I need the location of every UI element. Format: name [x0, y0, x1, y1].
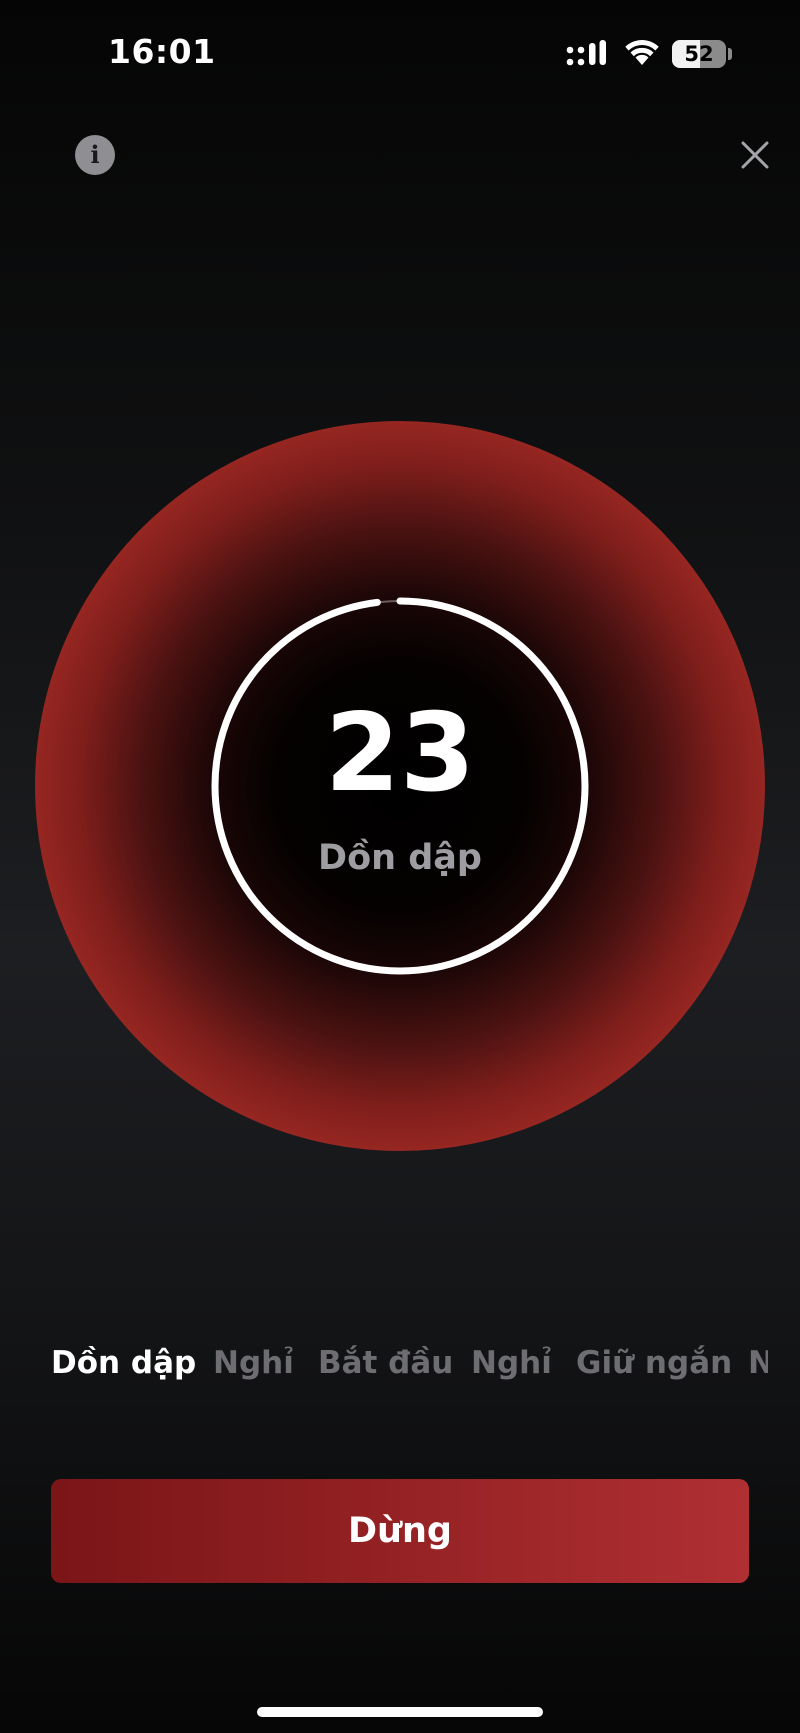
home-indicator[interactable] — [257, 1707, 543, 1717]
info-icon[interactable]: i — [75, 135, 115, 175]
phase-item-nghi-2[interactable]: Nghỉ — [471, 1338, 552, 1388]
cellular-signal-icon — [566, 40, 606, 66]
battery-level: 52 — [684, 42, 714, 66]
current-phase-label: Dồn dập — [318, 838, 482, 878]
phase-item-don-dap[interactable]: Dồn dập — [51, 1338, 196, 1388]
status-time: 16:01 — [108, 32, 216, 71]
battery-tip — [728, 48, 732, 60]
close-icon[interactable] — [738, 138, 772, 172]
phase-list: Dồn dập Nghỉ Bắt đầu Nghỉ Giữ ngắn N — [0, 1338, 768, 1398]
phase-item-giu-ngan[interactable]: Giữ ngắn — [576, 1338, 732, 1388]
phase-item-bat-dau[interactable]: Bắt đầu — [318, 1338, 453, 1388]
phase-item-nghi[interactable]: Nghỉ — [213, 1338, 294, 1388]
phase-item-next[interactable]: N — [748, 1338, 768, 1388]
timer-count: 23 — [324, 691, 476, 816]
wifi-icon — [625, 40, 659, 65]
stop-button[interactable]: Dừng — [51, 1479, 749, 1583]
status-bar: 16:01 52 — [0, 0, 800, 100]
battery-icon: 52 — [672, 40, 726, 68]
